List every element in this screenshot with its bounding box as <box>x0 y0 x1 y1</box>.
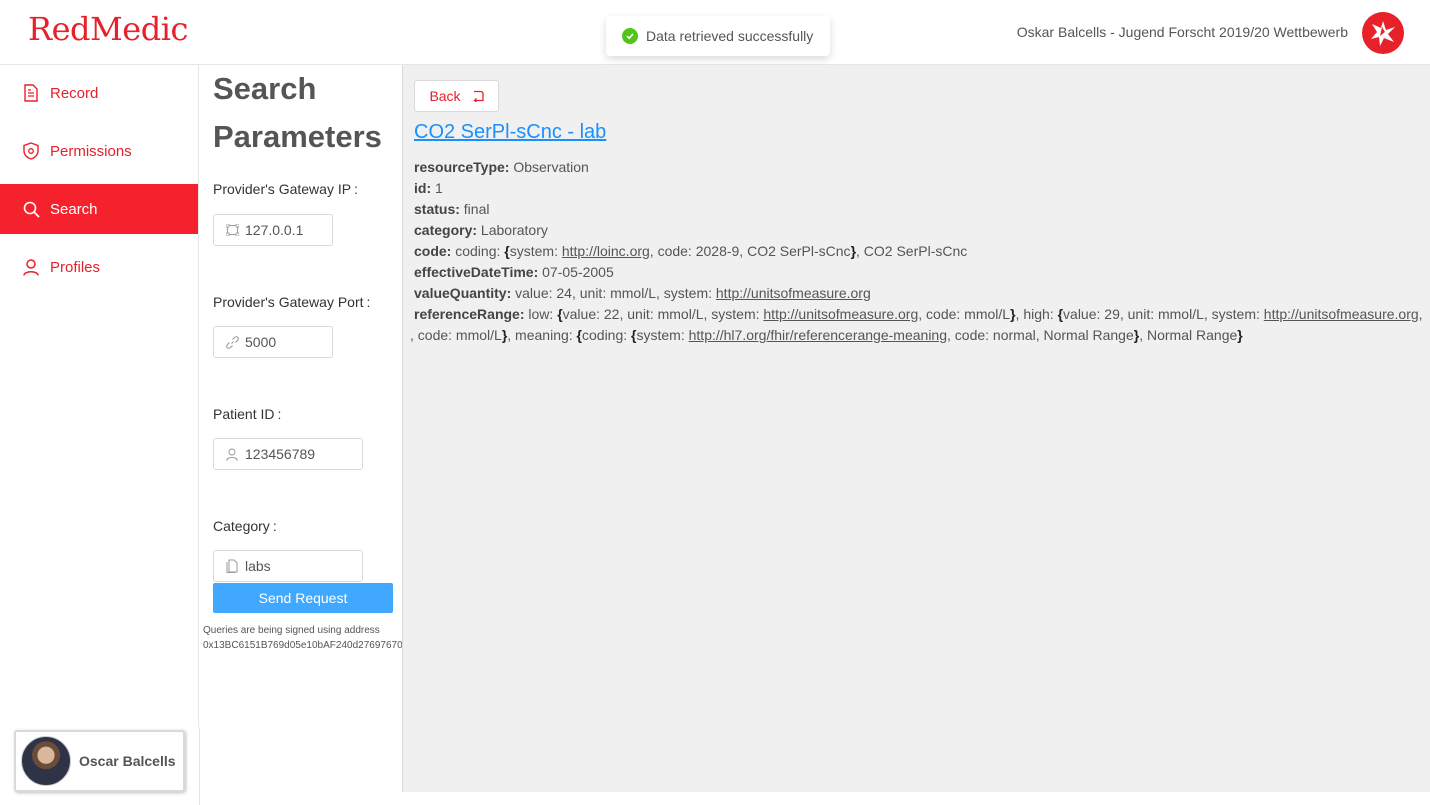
detail-key: id: <box>414 180 432 196</box>
detail-value: final <box>463 201 490 217</box>
success-toast: Data retrieved successfully <box>606 16 830 56</box>
detail-key: resourceType: <box>414 159 510 175</box>
detail-value: Observation <box>513 159 589 175</box>
unitsofmeasure-link[interactable]: http://unitsofmeasure.org <box>716 285 871 301</box>
shield-icon <box>22 142 40 160</box>
detail-row-resourcetype: resourceType: Observation <box>414 157 1426 178</box>
gateway-ip-value: 127.0.0.1 <box>245 222 304 238</box>
detail-text: system: <box>636 327 689 343</box>
detail-text: , code: mmol/L <box>918 306 1011 322</box>
file-icon <box>225 559 239 573</box>
detail-text: value: 29, unit: mmol/L, system: <box>1063 306 1264 322</box>
detail-row-category: category: Laboratory <box>414 220 1426 241</box>
category-value: labs <box>245 558 271 574</box>
sidebar-item-label: Profiles <box>50 258 101 276</box>
gateway-port-value: 5000 <box>245 334 277 350</box>
detail-row-referencerange: referenceRange: low: {value: 22, unit: m… <box>410 306 1423 343</box>
resource-title-link[interactable]: CO2 SerPl-sCnc - lab <box>414 121 606 144</box>
page-title-line: Parameters <box>213 119 382 154</box>
page-title: Search Parameters <box>213 65 402 161</box>
sidebar-item-label: Record <box>50 84 99 102</box>
header-title: Oskar Balcells - Jugend Forscht 2019/20 … <box>1016 24 1348 40</box>
detail-key: effectiveDateTime: <box>414 264 539 280</box>
detail-text: system: <box>509 243 562 259</box>
unitsofmeasure-link[interactable]: http://unitsofmeasure.org <box>1264 306 1419 322</box>
sidebar-item-profiles[interactable]: Profiles <box>0 242 198 292</box>
detail-text: , high: <box>1015 306 1058 322</box>
detail-value: Laboratory <box>480 222 548 238</box>
network-icon <box>225 223 239 237</box>
detail-row-id: id: 1 <box>414 178 1426 199</box>
unitsofmeasure-link[interactable]: http://unitsofmeasure.org <box>763 306 918 322</box>
detail-key: status: <box>414 201 460 217</box>
gateway-ip-label: Provider's Gateway IP <box>213 181 402 197</box>
detail-text: value: 24, unit: mmol/L, system: <box>515 285 716 301</box>
back-button-label: Back <box>429 88 461 104</box>
result-panel: Back CO2 SerPl-sCnc - lab resourceType: … <box>402 65 1430 792</box>
signing-note: Queries are being signed using address 0… <box>203 623 403 653</box>
user-name: Oscar Balcells <box>79 753 176 769</box>
patient-id-label: Patient ID <box>213 406 402 422</box>
detail-row-valuequantity: valueQuantity: value: 24, unit: mmol/L, … <box>414 283 1426 304</box>
link-icon <box>225 335 239 349</box>
jugend-forscht-logo-icon <box>1362 12 1404 54</box>
detail-text: , code: normal, Normal Range <box>947 327 1134 343</box>
detail-text: , Normal Range <box>1139 327 1238 343</box>
sidebar-item-label: Search <box>50 200 98 218</box>
signing-address: 0x13BC6151B769d05e10bAF240d27697670 <box>203 640 403 651</box>
gateway-ip-input[interactable]: 127.0.0.1 <box>213 214 333 246</box>
user-icon <box>225 447 239 461</box>
detail-text: , meaning: <box>507 327 577 343</box>
patient-id-input[interactable]: 123456789 <box>213 438 363 470</box>
detail-row-status: status: final <box>414 199 1426 220</box>
detail-row-code: code: coding: {system: http://loinc.org,… <box>414 243 968 259</box>
avatar <box>21 736 71 786</box>
detail-text: coding: <box>582 327 632 343</box>
detail-key: referenceRange: <box>414 306 525 322</box>
detail-value: 1 <box>435 180 443 196</box>
sidebar-item-search[interactable]: Search <box>0 184 198 234</box>
detail-text: low: <box>528 306 558 322</box>
resource-details: resourceType: Observation id: 1 status: … <box>410 157 1426 346</box>
detail-value: 07-05-2005 <box>542 264 614 280</box>
toast-message: Data retrieved successfully <box>646 28 814 44</box>
user-card[interactable]: Oscar Balcells <box>14 730 185 792</box>
rollback-icon <box>471 90 484 102</box>
loinc-link[interactable]: http://loinc.org <box>562 243 650 259</box>
app-logo[interactable]: RedMedic <box>28 10 188 48</box>
back-button[interactable]: Back <box>414 80 499 112</box>
detail-text: , code: mmol/L <box>410 327 502 343</box>
check-circle-icon <box>622 28 638 44</box>
detail-text: coding: <box>455 243 505 259</box>
sidebar-item-label: Permissions <box>50 142 132 160</box>
detail-text: value: 22, unit: mmol/L, system: <box>562 306 764 322</box>
send-request-button[interactable]: Send Request <box>213 583 393 613</box>
user-icon <box>22 258 40 276</box>
detail-key: valueQuantity: <box>414 285 512 301</box>
detail-key: category: <box>414 222 478 238</box>
signing-note-text: Queries are being signed using address <box>203 625 380 636</box>
sidebar-item-permissions[interactable]: Permissions <box>0 126 198 176</box>
detail-row-effectivedatetime: effectiveDateTime: 07-05-2005 <box>414 262 1426 283</box>
detail-text: , code: 2028-9, CO2 SerPl-sCnc <box>649 243 851 259</box>
document-icon <box>22 84 40 102</box>
detail-text: , CO2 SerPl-sCnc <box>856 243 968 259</box>
search-panel: Search Parameters Provider's Gateway IP … <box>200 65 403 805</box>
detail-key: code: <box>414 243 452 259</box>
gateway-port-label: Provider's Gateway Port <box>213 294 402 310</box>
sidebar: Record Permissions Search Profiles <box>0 65 199 727</box>
page-title-line: Search <box>213 71 317 106</box>
sidebar-item-record[interactable]: Record <box>0 68 198 118</box>
search-icon <box>22 200 40 218</box>
category-input[interactable]: labs <box>213 550 363 582</box>
patient-id-value: 123456789 <box>245 446 316 462</box>
category-label: Category <box>213 518 402 534</box>
gateway-port-input[interactable]: 5000 <box>213 326 333 358</box>
hl7-link[interactable]: http://hl7.org/fhir/referencerange-meani… <box>689 327 947 343</box>
